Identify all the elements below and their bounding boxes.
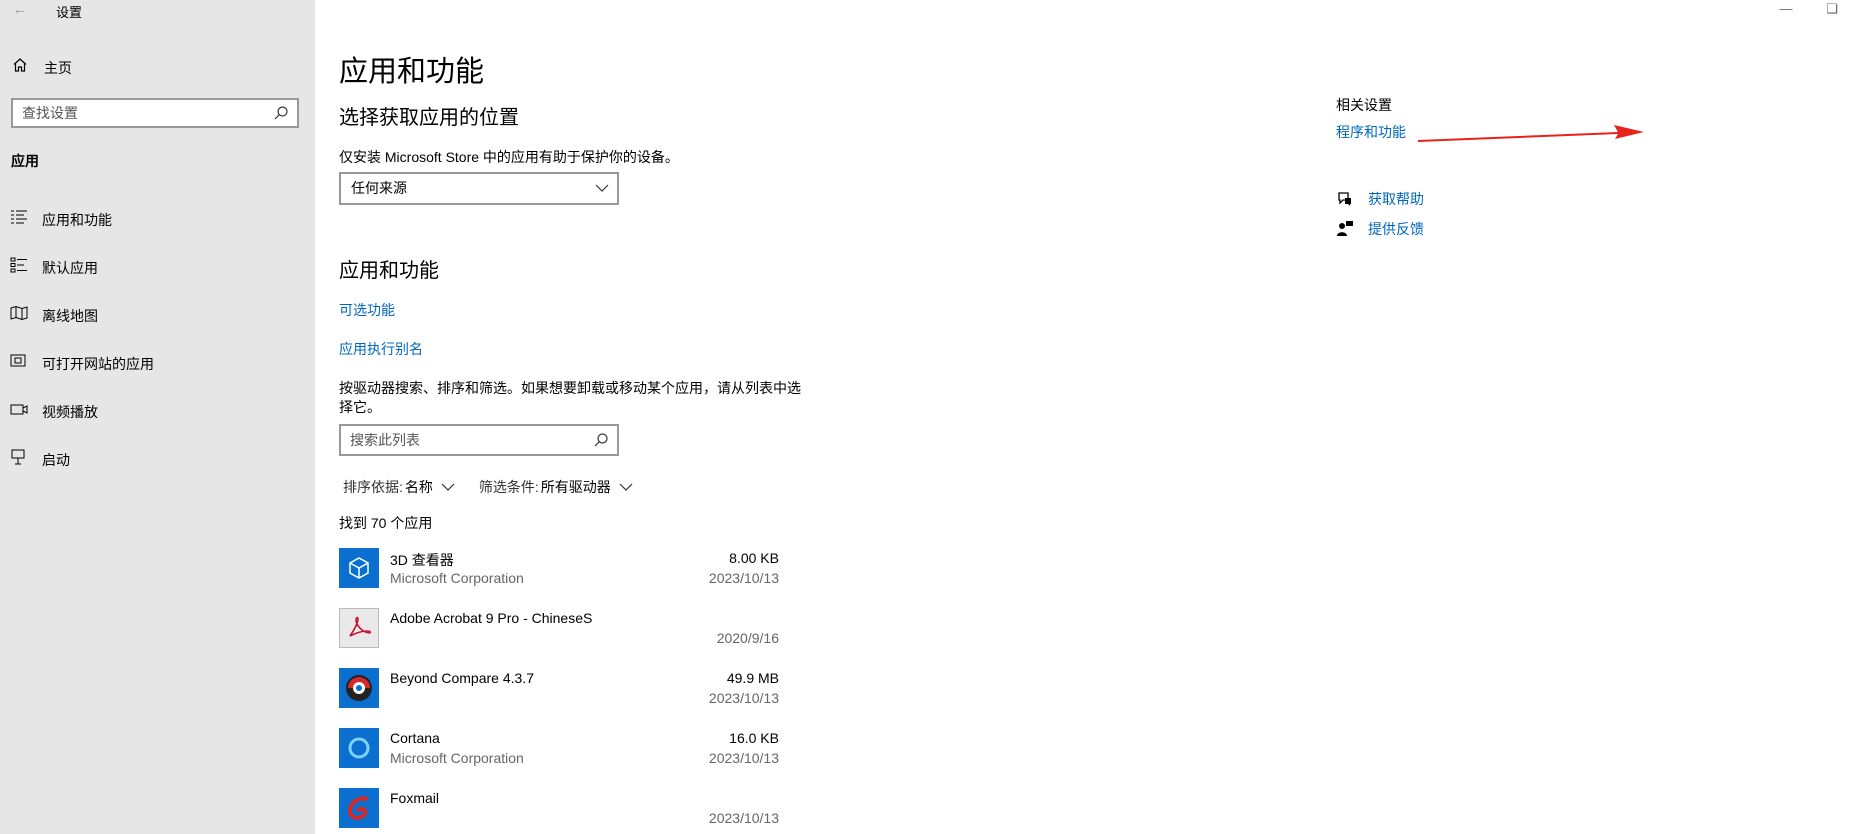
list-item[interactable]: 3D 查看器 Microsoft Corporation 8.00 KB 202… bbox=[339, 548, 779, 608]
list-description: 按驱动器搜索、排序和筛选。如果想要卸载或移动某个应用，请从列表中选择它。 bbox=[339, 380, 801, 415]
app-publisher: Microsoft Corporation bbox=[390, 750, 524, 766]
sidebar-item-video-playback[interactable]: 视频播放 bbox=[0, 392, 315, 440]
sort-value: 名称 bbox=[404, 479, 433, 495]
app-list: 3D 查看器 Microsoft Corporation 8.00 KB 202… bbox=[339, 548, 779, 834]
app-date: 2020/9/16 bbox=[716, 630, 779, 646]
feedback-link[interactable]: 提供反馈 bbox=[1368, 219, 1424, 239]
choose-location-title: 选择获取应用的位置 bbox=[339, 107, 519, 129]
sidebar-item-label: 启动 bbox=[42, 452, 70, 468]
feedback-icon bbox=[1337, 221, 1353, 236]
chevron-down-icon bbox=[441, 483, 455, 491]
app-name: Foxmail bbox=[390, 790, 440, 806]
apps-found-count: 找到 70 个应用 bbox=[339, 515, 433, 531]
sidebar-item-label: 默认应用 bbox=[42, 260, 98, 276]
startup-icon bbox=[11, 449, 25, 465]
get-help-link[interactable]: 获取帮助 bbox=[1368, 189, 1424, 209]
cortana-icon bbox=[339, 728, 379, 768]
app-date: 2023/10/13 bbox=[708, 570, 779, 586]
annotation-arrow bbox=[1418, 125, 1644, 142]
sidebar-item-label: 应用和功能 bbox=[42, 212, 112, 228]
app-name: Adobe Acrobat 9 Pro - ChineseS bbox=[390, 610, 593, 626]
sidebar-item-offline-maps[interactable]: 离线地图 bbox=[0, 296, 315, 344]
minimize-icon[interactable]: — bbox=[1763, 0, 1809, 22]
search-icon[interactable] bbox=[593, 432, 609, 448]
list-item[interactable]: Foxmail 2023/10/13 bbox=[339, 788, 779, 834]
sidebar-item-default-apps[interactable]: 默认应用 bbox=[0, 248, 315, 296]
window-title: 设置 bbox=[56, 5, 83, 20]
settings-window: ← 设置 主页 应用 bbox=[0, 0, 1855, 834]
sidebar-item-apps-features[interactable]: 应用和功能 bbox=[0, 200, 315, 248]
sidebar-item-home[interactable]: 主页 bbox=[0, 52, 315, 82]
programs-features-link[interactable]: 程序和功能 bbox=[1336, 122, 1406, 142]
search-icon[interactable] bbox=[273, 105, 289, 121]
app-size: 16.0 KB bbox=[729, 730, 779, 746]
chevron-down-icon bbox=[619, 483, 633, 491]
restore-icon[interactable]: ❏ bbox=[1809, 0, 1855, 22]
sidebar-item-apps-for-websites[interactable]: 可打开网站的应用 bbox=[0, 344, 315, 392]
app-list-search-input[interactable] bbox=[341, 432, 593, 448]
page-title: 应用和功能 bbox=[339, 56, 485, 88]
sidebar-item-label: 视频播放 bbox=[42, 404, 98, 420]
sidebar-item-label: 主页 bbox=[44, 60, 72, 76]
sidebar: ← 设置 主页 应用 bbox=[0, 0, 315, 834]
app-list-search bbox=[339, 424, 619, 456]
settings-search bbox=[11, 98, 299, 128]
titlebar: ← 设置 bbox=[0, 0, 315, 22]
app-date: 2023/10/13 bbox=[708, 690, 779, 706]
3d-viewer-icon bbox=[339, 548, 379, 588]
dropdown-value: 任何来源 bbox=[351, 180, 407, 196]
list-item[interactable]: Adobe Acrobat 9 Pro - ChineseS 2020/9/16 bbox=[339, 608, 779, 668]
feedback-row[interactable]: 提供反馈 bbox=[1336, 219, 1424, 239]
app-alias-link[interactable]: 应用执行别名 bbox=[339, 339, 423, 359]
list-item[interactable]: Beyond Compare 4.3.7 49.9 MB 2023/10/13 bbox=[339, 668, 779, 728]
settings-search-input[interactable] bbox=[13, 105, 273, 121]
offline-maps-icon bbox=[10, 305, 28, 321]
app-size: 49.9 MB bbox=[726, 670, 779, 686]
sidebar-item-startup[interactable]: 启动 bbox=[0, 440, 315, 488]
sort-dropdown[interactable]: 排序依据: 名称 bbox=[343, 477, 455, 497]
sort-filter-row: 排序依据: 名称 筛选条件: 所有驱动器 bbox=[343, 477, 657, 497]
window-controls: — ❏ bbox=[1763, 0, 1855, 22]
beyond-compare-icon bbox=[339, 668, 379, 708]
home-icon bbox=[13, 58, 27, 72]
default-apps-icon bbox=[10, 257, 27, 273]
related-settings-title: 相关设置 bbox=[1336, 97, 1392, 113]
sidebar-item-label: 可打开网站的应用 bbox=[42, 356, 154, 372]
app-date: 2023/10/13 bbox=[708, 810, 779, 826]
sidebar-section-title: 应用 bbox=[11, 153, 39, 169]
filter-value: 所有驱动器 bbox=[540, 479, 611, 495]
app-name: 3D 查看器 bbox=[390, 552, 454, 568]
video-playback-icon bbox=[10, 404, 28, 415]
back-arrow-icon[interactable]: ← bbox=[8, 0, 32, 20]
chevron-down-icon bbox=[595, 184, 609, 192]
adobe-acrobat-icon bbox=[339, 608, 379, 648]
filter-dropdown[interactable]: 筛选条件: 所有驱动器 bbox=[479, 477, 633, 497]
app-name: Cortana bbox=[390, 730, 440, 746]
filter-label: 筛选条件: bbox=[478, 479, 539, 495]
app-source-dropdown[interactable]: 任何来源 bbox=[339, 172, 619, 205]
sort-label: 排序依据: bbox=[343, 479, 403, 495]
app-name: Beyond Compare 4.3.7 bbox=[390, 670, 534, 686]
apps-features-heading: 应用和功能 bbox=[339, 260, 439, 282]
foxmail-icon bbox=[339, 788, 379, 828]
apps-for-websites-icon bbox=[10, 354, 26, 367]
get-help-row[interactable]: 获取帮助 bbox=[1336, 189, 1424, 209]
choose-location-desc: 仅安装 Microsoft Store 中的应用有助于保护你的设备。 bbox=[339, 149, 679, 165]
app-date: 2023/10/13 bbox=[708, 750, 779, 766]
app-size: 8.00 KB bbox=[729, 550, 779, 566]
optional-features-link[interactable]: 可选功能 bbox=[339, 300, 395, 320]
help-chat-icon bbox=[1338, 192, 1351, 206]
apps-features-icon bbox=[11, 210, 27, 224]
list-item[interactable]: Cortana Microsoft Corporation 16.0 KB 20… bbox=[339, 728, 779, 788]
app-publisher: Microsoft Corporation bbox=[390, 570, 524, 586]
sidebar-item-label: 离线地图 bbox=[42, 308, 98, 324]
sidebar-nav: 应用和功能 默认应用 离线地图 可打开网站的应用 视频播放 启动 bbox=[0, 200, 315, 488]
